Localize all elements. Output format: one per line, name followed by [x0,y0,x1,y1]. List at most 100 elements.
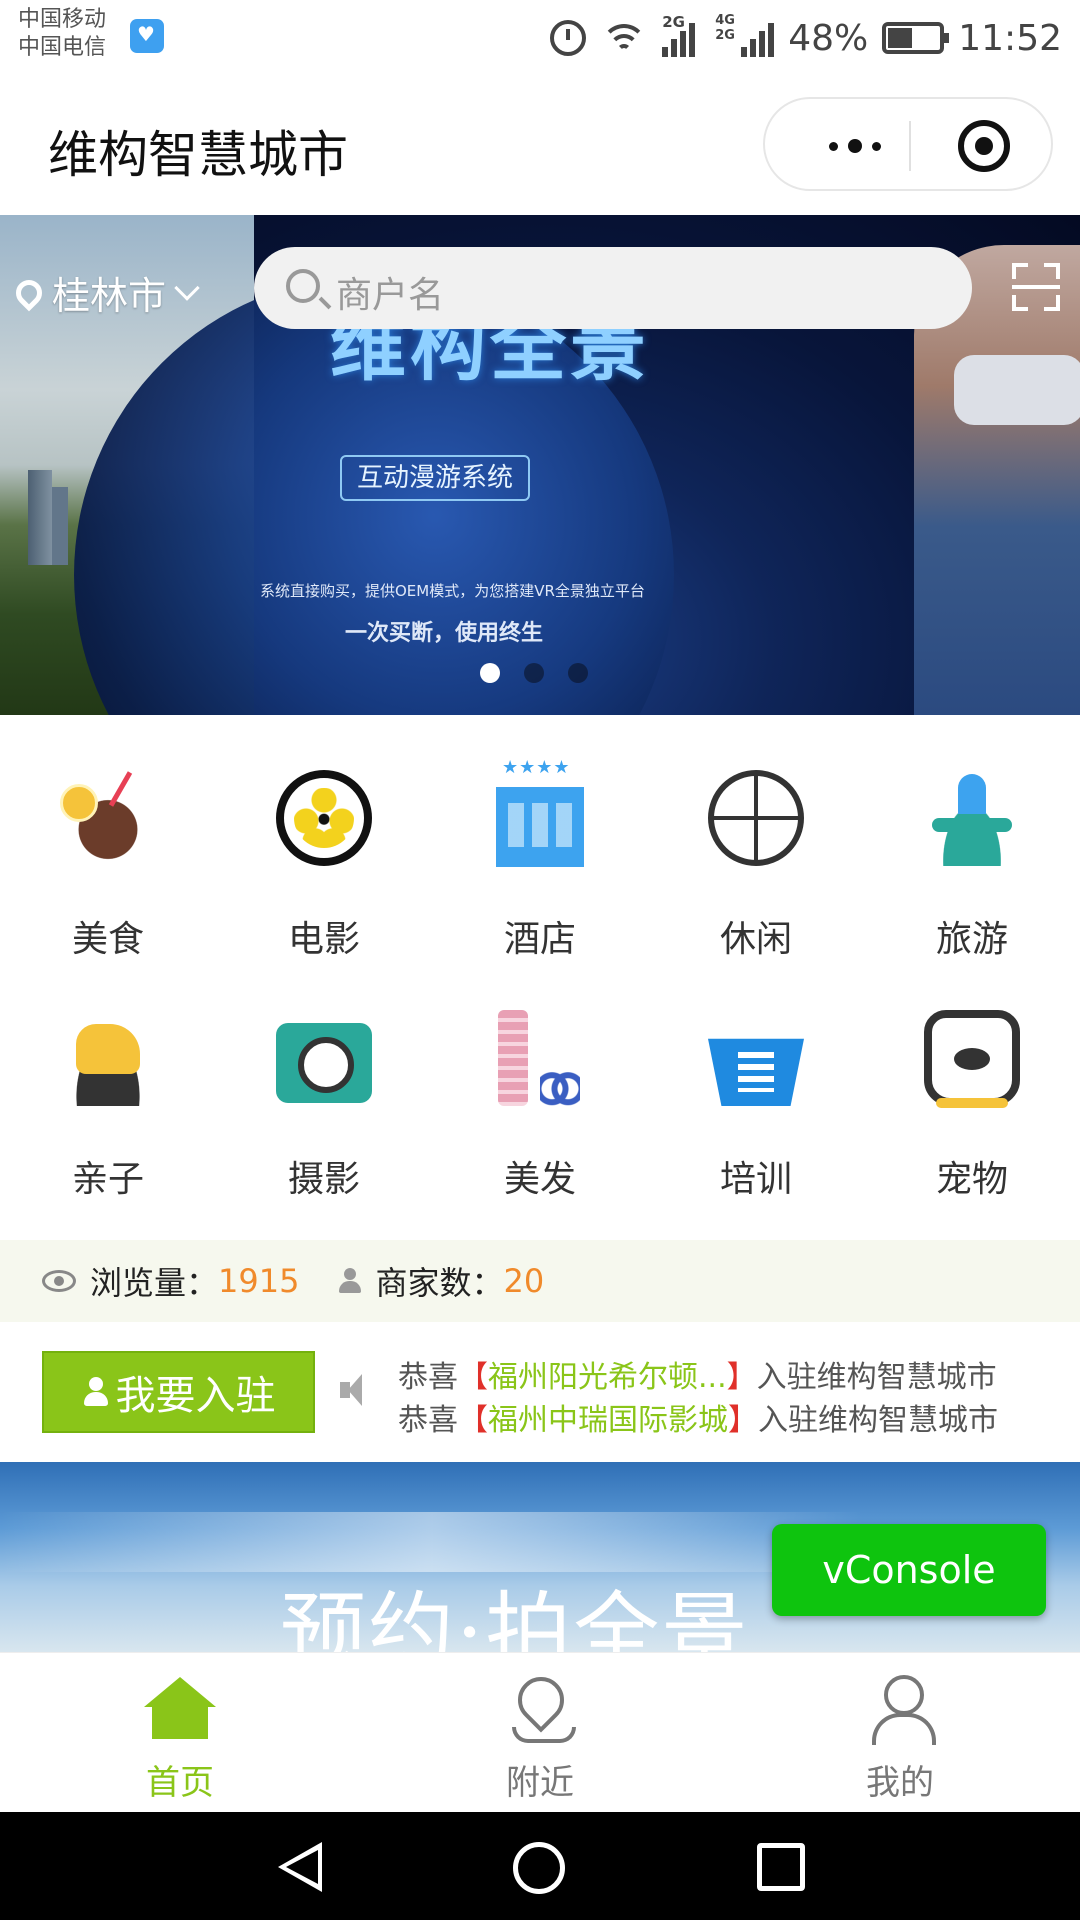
film-reel-icon [276,770,372,866]
network-type-1: 2G [662,13,685,31]
tab-label: 附近 [506,1763,574,1803]
hotel-building-icon [496,757,584,867]
category-grid: 美食 电影 酒店 休闲 旅游 亲子 摄影 美发 培训 宠物 [0,715,1080,1240]
category-label: 美发 [503,1159,576,1200]
location-icon [512,1677,576,1743]
notice-suffix: 入驻维构智慧城市 [758,1403,998,1438]
notice-shop: 福州中瑞国际影城 [488,1403,728,1438]
notice-shop: 福州阳光希尔顿... [488,1360,727,1395]
location-city: 桂林市 [52,274,167,318]
category-movie[interactable]: 电影 [216,715,432,960]
category-travel[interactable]: 旅游 [864,715,1080,960]
carousel-dot[interactable] [568,663,588,683]
category-hotel[interactable]: 酒店 [432,715,648,960]
carousel-dot[interactable] [480,663,500,683]
status-indicators: 2G 4G 2G 48% 11:52 [550,10,1062,66]
network-type-2: 4G 2G [715,13,735,43]
tab-bar: 首页 附近 我的 [0,1652,1080,1812]
vr-description: 系统直接购买，提供OEM模式，为您搭建VR全景独立平台 [260,582,645,600]
vconsole-button[interactable]: vConsole [772,1524,1046,1616]
notice-prefix: 恭喜 [398,1360,458,1395]
coconut-drink-icon [60,770,156,866]
join-section: 我要入驻 恭喜【福州阳光希尔顿...】入驻维构智慧城市 恭喜【福州中瑞国际影城】… [0,1322,1080,1462]
rocking-horse-icon [60,1010,156,1106]
vr-subtitle: 互动漫游系统 [340,455,530,501]
tab-nearby[interactable]: 附近 [360,1653,720,1813]
comb-scissors-icon [492,1010,588,1106]
nav-header: 维构智慧城市 [0,75,1080,215]
search-icon [286,269,320,303]
camera-icon [276,1023,372,1103]
battery-fill [888,28,913,48]
clock: 11:52 [958,17,1062,59]
notice-item[interactable]: 恭喜【福州中瑞国际影城】入驻维构智慧城市 [398,1395,998,1439]
search-placeholder: 商户名 [336,275,445,316]
tab-home[interactable]: 首页 [0,1653,360,1813]
battery-percent: 48% [788,17,869,59]
health-app-icon [130,19,164,53]
pet-dog-icon [924,1010,1020,1108]
category-label: 培训 [719,1159,792,1200]
category-training[interactable]: 培训 [648,955,864,1200]
person-icon [82,1375,110,1409]
category-hair[interactable]: 美发 [432,955,648,1200]
join-button[interactable]: 我要入驻 [42,1351,315,1433]
mini-program-capsule [763,97,1053,191]
tab-mine[interactable]: 我的 [720,1653,1080,1813]
user-icon [872,1675,936,1745]
search-input[interactable]: 商户名 [254,247,972,329]
signal-icon-1: 2G [662,13,696,57]
location-selector[interactable]: 桂林市 [10,265,200,320]
notice-prefix: 恭喜 [398,1403,458,1438]
recents-icon[interactable] [757,1843,805,1891]
category-leisure[interactable]: 休闲 [648,715,864,960]
notice-bracket: 【 [458,1403,488,1438]
category-label: 宠物 [935,1159,1008,1200]
carousel-indicator [480,663,588,683]
category-photography[interactable]: 摄影 [216,955,432,1200]
page-title: 维构智慧城市 [48,126,348,184]
notice-suffix: 入驻维构智慧城市 [756,1360,997,1395]
location-pin-icon [10,274,48,311]
alarm-icon [550,20,587,56]
carrier-2: 中国电信 [18,35,107,60]
fountain-icon [924,770,1020,866]
status-bar: 中国移动 中国电信 2G 4G 2G 48% 11:52 [0,0,1080,75]
home-icon [144,1677,216,1741]
notice-bracket: 【 [458,1360,488,1395]
wifi-icon [600,20,648,56]
stats-bar: 浏览量： 1915 商家数： 20 [0,1240,1080,1322]
close-target-icon[interactable] [958,120,1010,172]
merchants-label: 商家数： [375,1264,504,1302]
system-nav-bar [0,1812,1080,1920]
chevron-down-icon [174,274,200,301]
signal-icon-2: 4G 2G [715,13,775,57]
category-kids[interactable]: 亲子 [0,955,216,1200]
carrier-1: 中国移动 [18,7,107,32]
category-label: 摄影 [287,1159,360,1200]
more-icon[interactable] [810,136,900,156]
notice-item[interactable]: 恭喜【福州阳光希尔顿...】入驻维构智慧城市 [398,1352,997,1396]
home-circle-icon[interactable] [513,1842,565,1894]
capsule-divider [909,121,911,171]
battery-icon [882,22,950,54]
notice-bracket: 】 [726,1360,757,1395]
vr-slogan: 一次买断，使用终生 [345,621,544,646]
tab-label: 我的 [866,1763,934,1803]
merchants-value: 20 [503,1262,545,1300]
speaker-icon [340,1372,376,1408]
views-label: 浏览量： [90,1264,219,1302]
carousel-dot[interactable] [524,663,544,683]
category-pet[interactable]: 宠物 [864,955,1080,1200]
scan-icon[interactable] [1012,263,1060,311]
banner-carousel[interactable]: 维构全景 互动漫游系统 系统直接购买，提供OEM模式，为您搭建VR全景独立平台 … [0,215,1080,715]
join-button-label: 我要入驻 [115,1373,276,1419]
notice-bracket: 】 [728,1403,758,1438]
back-icon[interactable] [278,1842,322,1892]
category-label: 亲子 [71,1159,144,1200]
carrier-info: 中国移动 中国电信 [18,6,106,62]
promo-text: 预约·拍全景 [280,1583,750,1652]
category-food[interactable]: 美食 [0,715,216,960]
views-value: 1915 [218,1262,300,1300]
merchant-icon [339,1268,362,1294]
